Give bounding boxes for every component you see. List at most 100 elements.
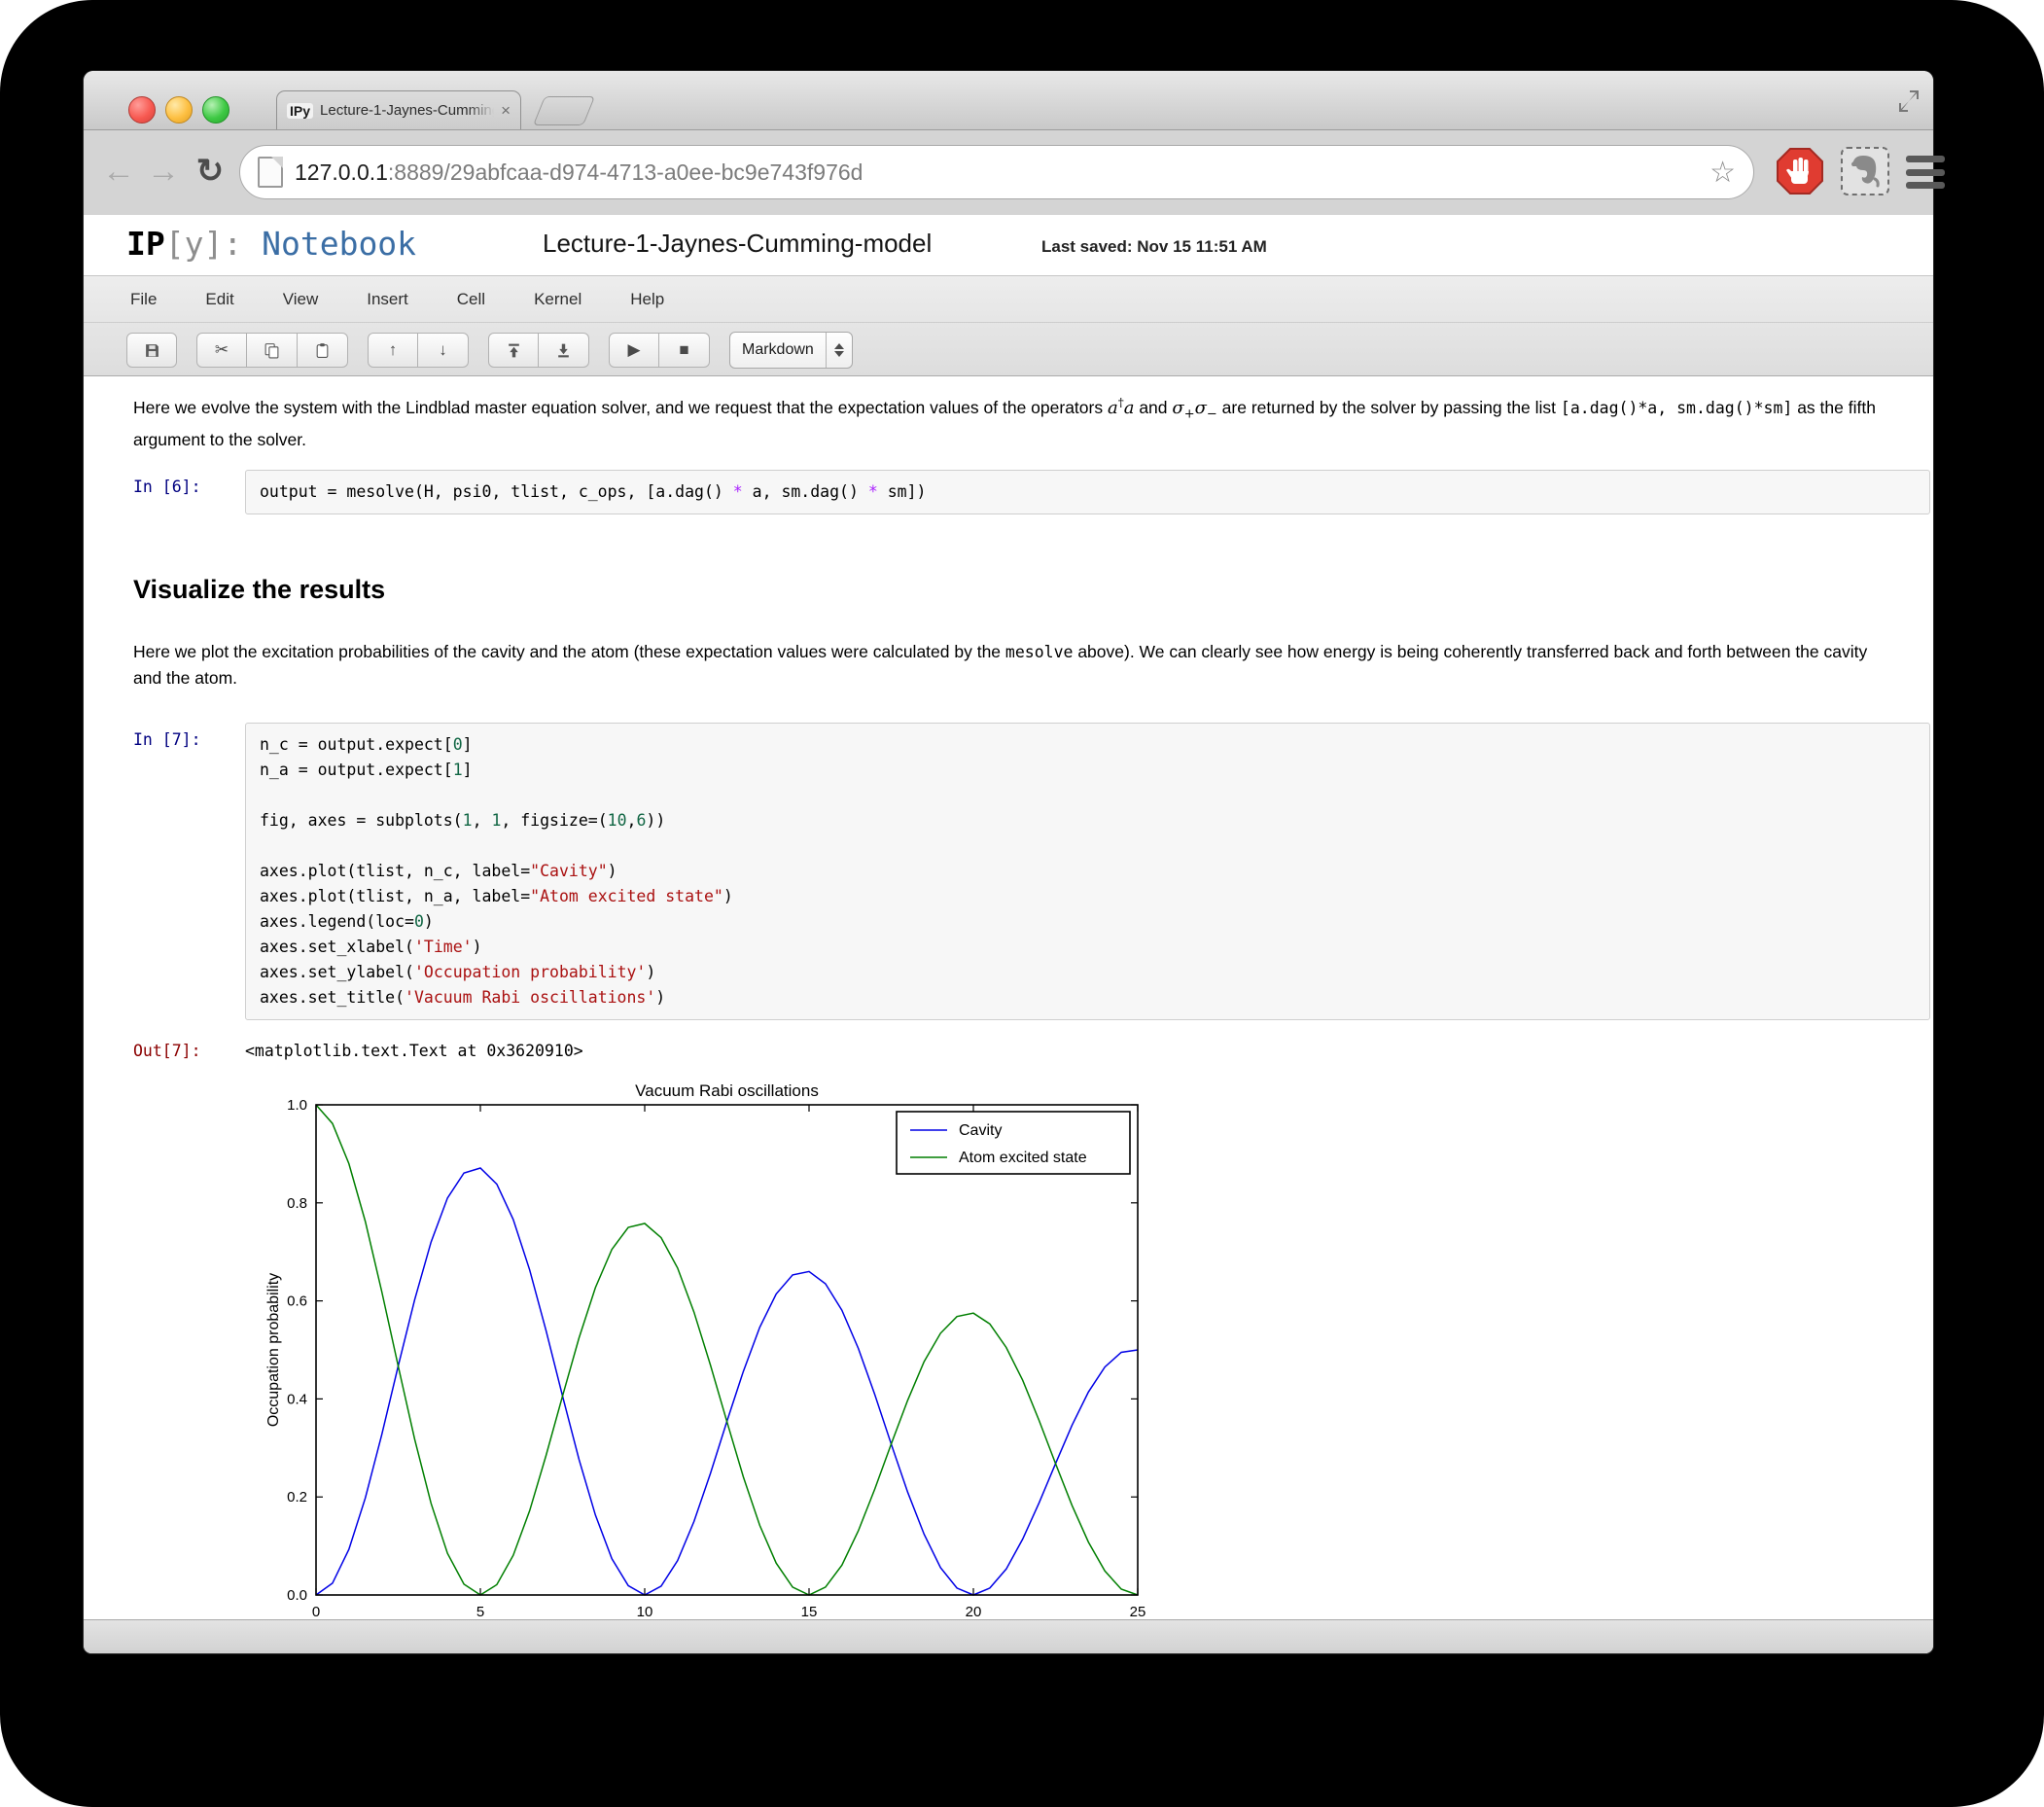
code-line: n_a = output.expect[1]: [260, 758, 1916, 783]
x-tick-label: 0: [312, 1604, 320, 1619]
output-text-7: <matplotlib.text.Text at 0x3620910>: [245, 1042, 583, 1060]
legend-label: Cavity: [959, 1122, 1002, 1139]
forward-icon[interactable]: →: [144, 144, 183, 198]
tab-close-icon[interactable]: ×: [501, 102, 511, 119]
copy-icon[interactable]: [247, 333, 298, 368]
url-host: 127.0.0.1: [295, 159, 388, 185]
browser-window: IPy Lecture-1-Jaynes-Cumming × ← → ↻ 127…: [84, 71, 1933, 1653]
tab-title: Lecture-1-Jaynes-Cumming: [320, 102, 494, 119]
url-path: :8889/29abfcaa-d974-4713-a0ee-bc9e743f97…: [388, 159, 863, 185]
chart-title: Vacuum Rabi oscillations: [635, 1081, 819, 1100]
cell-type-select[interactable]: Markdown: [729, 332, 853, 369]
menu-view[interactable]: View: [283, 290, 319, 309]
x-tick-label: 20: [966, 1604, 982, 1619]
code-line: fig, axes = subplots(1, 1, figsize=(10,6…: [260, 808, 1916, 833]
output-prompt-7: Out[7]:: [133, 1042, 201, 1060]
chrome-menu-icon[interactable]: [1906, 156, 1945, 189]
code-line: axes.plot(tlist, n_a, label="Atom excite…: [260, 884, 1916, 909]
ipython-logo[interactable]: IP[y]: Notebook: [126, 225, 416, 263]
toolbar-button-group: [488, 333, 589, 368]
markdown-cell-text-2[interactable]: Here we plot the excitation probabilitie…: [133, 639, 1884, 691]
tab-favicon: IPy: [287, 103, 313, 119]
browser-navbar: ← → ↻ 127.0.0.1:8889/29abfcaa-d974-4713-…: [84, 130, 1933, 216]
select-previous-cell-icon[interactable]: [488, 333, 539, 368]
bookmark-star-icon[interactable]: ☆: [1709, 156, 1736, 190]
notebook-page: IP[y]: Notebook Lecture-1-Jaynes-Cumming…: [84, 215, 1933, 1619]
logo-y: [y]:: [165, 225, 242, 263]
code-cell-input-7[interactable]: n_c = output.expect[0]n_a = output.expec…: [245, 723, 1930, 1020]
code-line: axes.set_ylabel('Occupation probability'…: [260, 960, 1916, 985]
y-tick-label: 0.2: [287, 1489, 307, 1506]
toolbar-button-group: ✂: [196, 333, 348, 368]
evernote-extension-icon[interactable]: [1840, 146, 1890, 196]
notebook-menubar: File Edit View Insert Cell Kernel Help: [84, 276, 1933, 323]
toolbar-button-group: ▶■: [609, 333, 710, 368]
select-next-cell-icon[interactable]: [539, 333, 589, 368]
notebook-body: Here we evolve the system with the Lindb…: [84, 376, 1933, 1619]
y-tick-label: 1.0: [287, 1097, 307, 1114]
input-prompt-7: In [7]:: [133, 730, 201, 749]
code-line: axes.legend(loc=0): [260, 909, 1916, 935]
paste-icon[interactable]: [298, 333, 348, 368]
browser-tab[interactable]: IPy Lecture-1-Jaynes-Cumming ×: [276, 90, 521, 129]
toolbar-button-group: [126, 333, 177, 368]
last-saved-text: Last saved: Nov 15 11:51 AM: [1041, 237, 1267, 257]
code-line: axes.plot(tlist, n_c, label="Cavity"): [260, 859, 1916, 884]
zoom-window-button[interactable]: [202, 96, 229, 124]
notebook-title[interactable]: Lecture-1-Jaynes-Cumming-model: [543, 229, 932, 259]
y-tick-label: 0.6: [287, 1293, 307, 1310]
code-cell-input-6[interactable]: output = mesolve(H, psi0, tlist, c_ops, …: [245, 470, 1930, 514]
y-tick-label: 0.4: [287, 1391, 307, 1407]
cut-icon[interactable]: ✂: [196, 333, 247, 368]
code-line: [260, 833, 1916, 859]
address-bar[interactable]: 127.0.0.1:8889/29abfcaa-d974-4713-a0ee-b…: [239, 145, 1754, 199]
fullscreen-icon[interactable]: [1896, 89, 1921, 114]
back-icon[interactable]: ←: [99, 144, 138, 198]
url-text[interactable]: 127.0.0.1:8889/29abfcaa-d974-4713-a0ee-b…: [295, 159, 1698, 186]
interrupt-kernel-icon[interactable]: ■: [659, 333, 710, 368]
cell-type-value: Markdown: [730, 341, 826, 359]
code-line: output = mesolve(H, psi0, tlist, c_ops, …: [260, 479, 1916, 505]
toolbar-button-group: ↑↓: [368, 333, 469, 368]
input-prompt-6: In [6]:: [133, 478, 201, 496]
x-tick-label: 15: [801, 1604, 818, 1619]
markdown-cell-text[interactable]: Here we evolve the system with the Lindb…: [133, 390, 1884, 452]
menu-cell[interactable]: Cell: [457, 290, 485, 309]
rabi-oscillations-plot: 0 5 10 15 20 25 0.0 0.2 0.4 0.6 0.8 1.0 Vacuum Rabi …: [263, 1081, 1152, 1619]
move-cell-down-icon[interactable]: ↓: [418, 333, 469, 368]
y-axis-label: Occupation probability: [265, 1273, 282, 1427]
x-tick-label: 5: [476, 1604, 484, 1619]
window-titlebar: IPy Lecture-1-Jaynes-Cumming ×: [84, 71, 1933, 130]
logo-notebook: Notebook: [242, 225, 416, 263]
code-line: axes.set_xlabel('Time'): [260, 935, 1916, 960]
page-icon: [258, 157, 283, 188]
notebook-chrome: File Edit View Insert Cell Kernel Help ✂ ↑↓ ▶■ Ma…: [84, 275, 1933, 376]
series-atom-excited-state: [316, 1105, 1138, 1595]
section-heading: Visualize the results: [133, 575, 385, 605]
move-cell-up-icon[interactable]: ↑: [368, 333, 418, 368]
menu-insert[interactable]: Insert: [367, 290, 408, 309]
menu-edit[interactable]: Edit: [205, 290, 233, 309]
adblock-extension-icon[interactable]: [1775, 146, 1825, 196]
new-tab-button[interactable]: [533, 96, 595, 125]
select-stepper-icon[interactable]: [826, 333, 852, 368]
x-tick-label: 25: [1130, 1604, 1146, 1619]
notebook-toolbar: ✂ ↑↓ ▶■ Markdown: [84, 324, 1933, 376]
menu-kernel[interactable]: Kernel: [534, 290, 581, 309]
series-cavity: [316, 1168, 1138, 1595]
save-icon[interactable]: [126, 333, 177, 368]
x-tick-label: 10: [637, 1604, 653, 1619]
minimize-window-button[interactable]: [165, 96, 193, 124]
menu-file[interactable]: File: [130, 290, 157, 309]
reload-icon[interactable]: ↻: [191, 144, 229, 198]
notebook-header: IP[y]: Notebook Lecture-1-Jaynes-Cumming…: [84, 215, 1933, 275]
menu-help[interactable]: Help: [630, 290, 664, 309]
legend-label: Atom excited state: [959, 1150, 1087, 1166]
logo-ip: IP: [126, 225, 165, 263]
run-cell-icon[interactable]: ▶: [609, 333, 659, 368]
y-tick-label: 0.0: [287, 1587, 307, 1604]
code-line: n_c = output.expect[0]: [260, 732, 1916, 758]
window-bottom-bar: [84, 1619, 1933, 1653]
y-tick-label: 0.8: [287, 1195, 307, 1212]
close-window-button[interactable]: [128, 96, 156, 124]
